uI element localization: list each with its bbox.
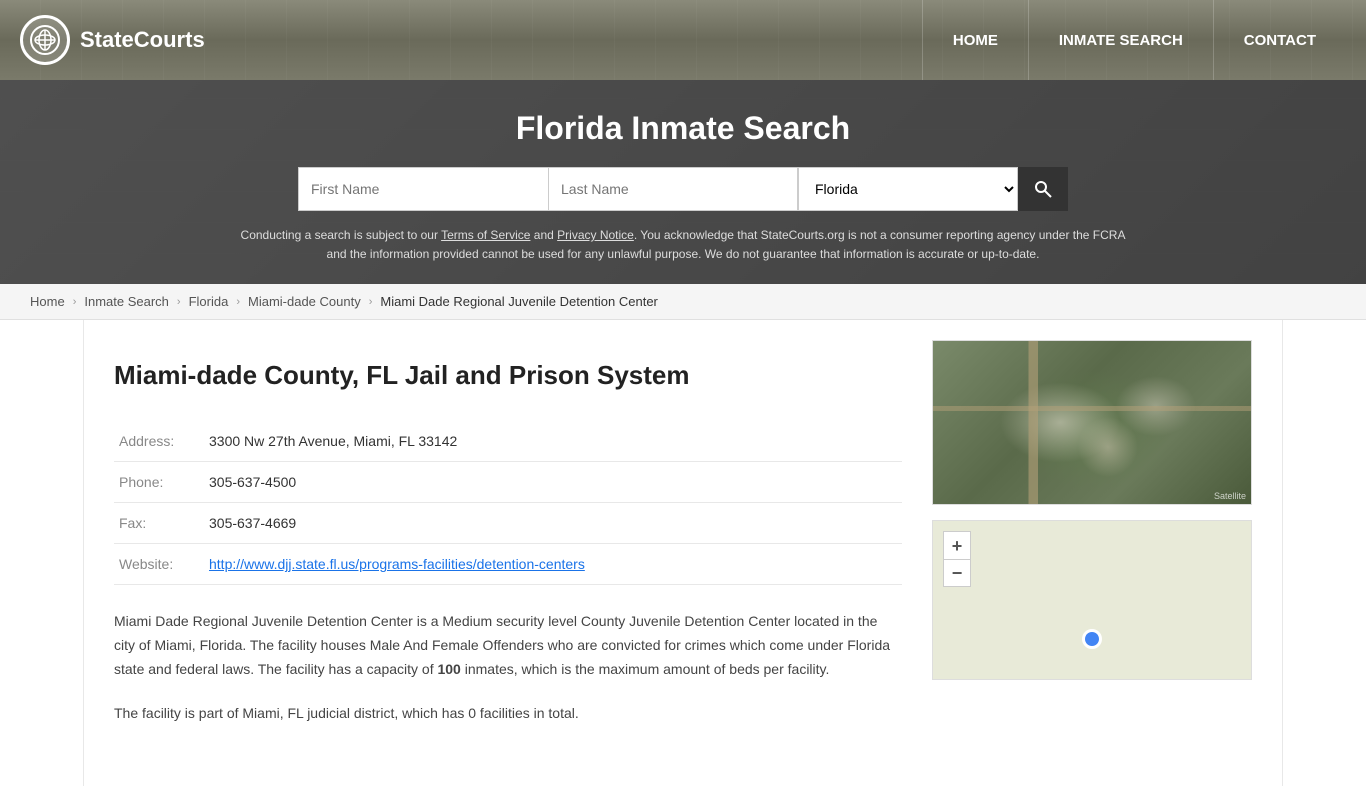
- breadcrumb-sep-3: ›: [236, 296, 240, 308]
- phone-value: 305-637-4500: [204, 462, 902, 503]
- map-controls: + −: [943, 531, 971, 587]
- address-row: Address: 3300 Nw 27th Avenue, Miami, FL …: [114, 421, 902, 462]
- facility-heading: Miami-dade County, FL Jail and Prison Sy…: [114, 360, 902, 391]
- address-value: 3300 Nw 27th Avenue, Miami, FL 33142: [204, 421, 902, 462]
- website-value: http://www.djj.state.fl.us/programs-faci…: [204, 544, 902, 585]
- search-icon: [1033, 179, 1053, 199]
- breadcrumb-florida[interactable]: Florida: [189, 294, 229, 309]
- hero-section: Florida Inmate Search Select State Alaba…: [0, 80, 1366, 284]
- aerial-svg: [933, 341, 1252, 505]
- map-background: [933, 521, 1251, 679]
- map-marker: [1082, 629, 1102, 649]
- breadcrumb-sep-4: ›: [369, 296, 373, 308]
- main-content: Miami-dade County, FL Jail and Prison Sy…: [83, 320, 1283, 785]
- phone-label: Phone:: [114, 462, 204, 503]
- search-button[interactable]: [1018, 167, 1068, 211]
- disclaimer-before: Conducting a search is subject to our: [241, 228, 442, 242]
- map-zoom-out[interactable]: −: [943, 559, 971, 587]
- image-credit: Satellite: [1214, 491, 1246, 501]
- state-select[interactable]: Select State AlabamaAlaskaArizonaArkansa…: [798, 167, 1018, 211]
- breadcrumb-current: Miami Dade Regional Juvenile Detention C…: [380, 294, 657, 309]
- address-label: Address:: [114, 421, 204, 462]
- site-header: StateCourts HOME INMATE SEARCH CONTACT: [0, 0, 1366, 80]
- hero-title: Florida Inmate Search: [20, 110, 1346, 147]
- website-row: Website: http://www.djj.state.fl.us/prog…: [114, 544, 902, 585]
- first-name-input[interactable]: [298, 167, 548, 211]
- phone-row: Phone: 305-637-4500: [114, 462, 902, 503]
- content-left: Miami-dade County, FL Jail and Prison Sy…: [114, 340, 902, 745]
- disclaimer-text: Conducting a search is subject to our Te…: [233, 226, 1133, 264]
- logo-icon: [20, 15, 70, 65]
- breadcrumb-home[interactable]: Home: [30, 294, 65, 309]
- breadcrumb-inmate-search[interactable]: Inmate Search: [84, 294, 169, 309]
- privacy-link[interactable]: Privacy Notice: [557, 228, 634, 242]
- search-bar: Select State AlabamaAlaskaArizonaArkansa…: [20, 167, 1346, 211]
- site-logo-text: StateCourts: [80, 27, 205, 53]
- breadcrumb: Home › Inmate Search › Florida › Miami-d…: [0, 284, 1366, 320]
- fax-label: Fax:: [114, 503, 204, 544]
- facility-aerial-image: Satellite: [932, 340, 1252, 505]
- breadcrumb-sep-1: ›: [73, 296, 77, 308]
- fax-value: 305-637-4669: [204, 503, 902, 544]
- disclaimer-and: and: [530, 228, 557, 242]
- content-layout: Miami-dade County, FL Jail and Prison Sy…: [114, 340, 1252, 745]
- desc1-after: inmates, which is the maximum amount of …: [461, 661, 830, 677]
- nav-contact[interactable]: CONTACT: [1213, 0, 1346, 80]
- main-nav: HOME INMATE SEARCH CONTACT: [922, 0, 1346, 80]
- nav-home[interactable]: HOME: [922, 0, 1028, 80]
- facility-info-table: Address: 3300 Nw 27th Avenue, Miami, FL …: [114, 421, 902, 585]
- facility-map: + −: [932, 520, 1252, 680]
- last-name-input[interactable]: [548, 167, 798, 211]
- description-2: The facility is part of Miami, FL judici…: [114, 702, 902, 726]
- terms-link[interactable]: Terms of Service: [441, 228, 530, 242]
- breadcrumb-sep-2: ›: [177, 296, 181, 308]
- breadcrumb-miami-dade[interactable]: Miami-dade County: [248, 294, 361, 309]
- fax-row: Fax: 305-637-4669: [114, 503, 902, 544]
- description-1: Miami Dade Regional Juvenile Detention C…: [114, 610, 902, 681]
- nav-inmate-search[interactable]: INMATE SEARCH: [1028, 0, 1213, 80]
- website-link[interactable]: http://www.djj.state.fl.us/programs-faci…: [209, 556, 585, 572]
- content-right: Satellite: [932, 340, 1252, 745]
- logo-area: StateCourts: [20, 15, 205, 65]
- website-label: Website:: [114, 544, 204, 585]
- map-zoom-in[interactable]: +: [943, 531, 971, 559]
- facility-capacity: 100: [437, 661, 460, 677]
